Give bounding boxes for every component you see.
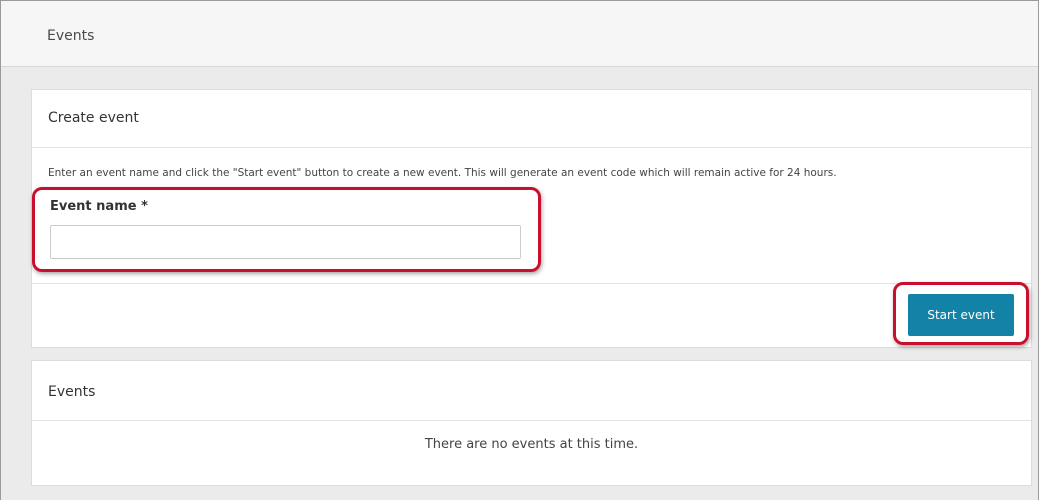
create-event-title: Create event <box>48 110 139 126</box>
start-event-button[interactable]: Start event <box>908 294 1014 336</box>
create-event-header: Create event <box>32 90 1031 148</box>
create-event-card: Create event Enter an event name and cli… <box>31 89 1032 348</box>
events-empty-message: There are no events at this time. <box>424 437 639 452</box>
events-list-card: Events There are no events at this time. <box>31 360 1032 486</box>
event-name-label: Event name * <box>50 199 148 214</box>
events-list-header: Events <box>32 361 1031 421</box>
event-name-input[interactable] <box>50 225 521 259</box>
page-title: Events <box>47 28 95 44</box>
events-page: Events Create event Enter an event name … <box>0 0 1039 500</box>
page-header: Events <box>1 1 1038 67</box>
create-event-footer: Start event <box>32 283 1031 347</box>
create-event-description: Enter an event name and click the "Start… <box>48 167 837 179</box>
events-list-title: Events <box>48 384 96 400</box>
